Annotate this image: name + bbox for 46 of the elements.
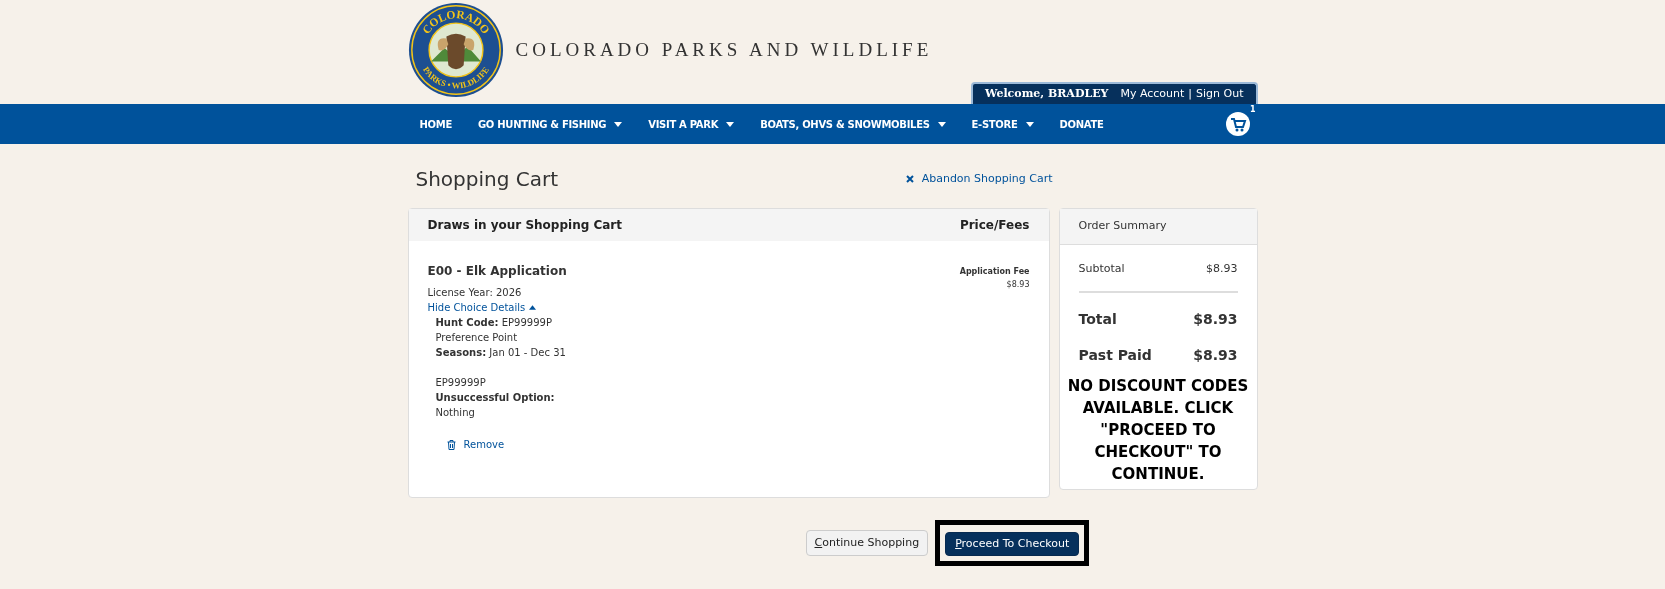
total-amount: $8.93 <box>1193 309 1238 329</box>
discount-notice: NO DISCOUNT CODES AVAILABLE. CLICK "PROCEED TO CHECKOUT" TO CONTINUE. <box>1066 375 1250 485</box>
close-icon <box>905 175 914 183</box>
page-title: Shopping Cart <box>415 166 559 193</box>
details-toggle[interactable]: Hide Choice Details <box>427 300 537 315</box>
caret-icon <box>1025 121 1034 127</box>
abandon-cart-link[interactable]: Abandon Shopping Cart <box>905 170 1053 188</box>
nav-item[interactable]: BOATS, OHVS & SNOWMOBILES <box>760 116 946 132</box>
fee-amount: $8.93 <box>1006 279 1030 291</box>
paid-label: Past Paid <box>1078 345 1152 365</box>
total-label: Total <box>1078 309 1117 329</box>
hunt-code: Hunt Code: EP99999P <box>435 316 552 330</box>
continue-shopping-button[interactable]: Continue Shopping <box>805 530 929 557</box>
price-heading: Price/Fees <box>959 217 1030 234</box>
account-link[interactable]: My Account <box>1120 85 1185 103</box>
license-year: License Year: 2026 <box>427 286 522 300</box>
caret-icon <box>937 121 946 127</box>
site-title: COLORADO PARKS AND WILDLIFE <box>515 37 933 62</box>
nav-item[interactable]: E-STORE <box>971 116 1034 132</box>
caret-icon <box>726 121 735 127</box>
caret-icon <box>529 305 537 310</box>
cart-count: 1 <box>1249 104 1256 116</box>
nav-item[interactable]: HOME <box>419 116 452 132</box>
seasons: Seasons: Jan 01 - Dec 31 <box>435 346 566 360</box>
cart-icon[interactable] <box>1225 112 1250 136</box>
unsuccessful-label: Unsuccessful Option: <box>435 391 555 405</box>
remove-link[interactable]: Remove <box>446 437 505 452</box>
nav-item[interactable]: VISIT A PARK <box>648 116 735 132</box>
checkout-button[interactable]: Proceed To Checkout <box>945 532 1080 557</box>
fee-label: Application Fee <box>959 266 1030 278</box>
caret-icon <box>614 121 623 127</box>
nav-item[interactable]: GO HUNTING & FISHING <box>477 116 623 132</box>
nav-item[interactable]: DONATE <box>1059 116 1104 132</box>
welcome-text: Welcome, BRADLEY <box>984 85 1109 102</box>
trash-icon <box>446 439 456 450</box>
account-link[interactable]: Sign Out <box>1196 85 1244 103</box>
subtotal-amount: $8.93 <box>1206 261 1238 277</box>
separator: | <box>1188 85 1193 102</box>
paid-amount: $8.93 <box>1193 345 1238 365</box>
choice-code: EP99999P <box>435 376 486 390</box>
summary-title: Order Summary <box>1078 218 1167 235</box>
cart-heading: Draws in your Shopping Cart <box>427 217 622 234</box>
unsuccessful-option: Nothing <box>435 405 475 420</box>
hunt-type: Preference Point <box>435 331 518 345</box>
item-title: E00 - Elk Application <box>427 264 567 279</box>
subtotal-label: Subtotal <box>1078 261 1125 277</box>
